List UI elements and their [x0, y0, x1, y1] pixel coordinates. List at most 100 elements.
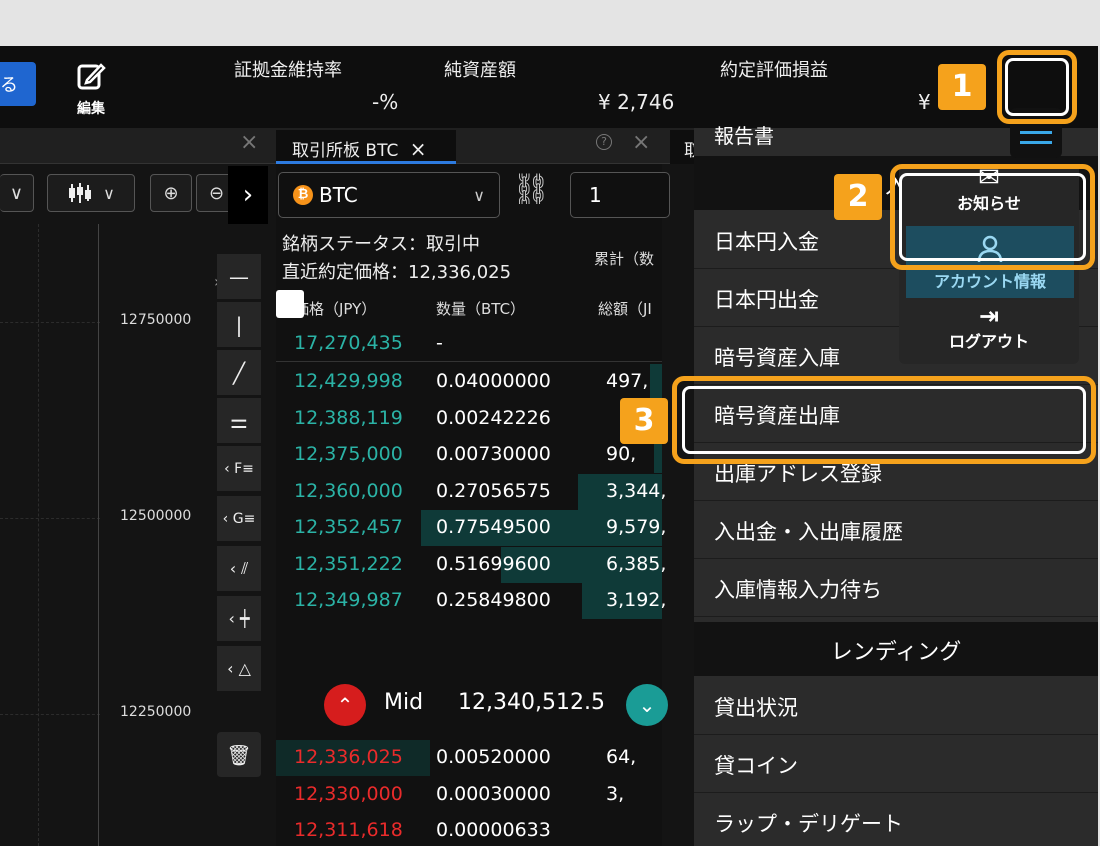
lending-menu-item[interactable]: 貸コイン	[694, 736, 1098, 793]
menu-item[interactable]: 入庫情報入力待ち	[694, 560, 1098, 617]
account-info-label: アカウント情報	[933, 272, 1046, 291]
bid-row[interactable]: 12,336,025 0.00520000 64,	[276, 740, 662, 776]
unrealized-pl-label: 約定評価損益	[720, 60, 828, 81]
ask-row[interactable]: 12,429,998 0.04000000 497,	[276, 364, 662, 400]
y-tick-label: 12750000	[120, 312, 192, 328]
logout-item[interactable]: ⇥ ログアウト	[899, 304, 1079, 352]
symbol-value: BTC	[319, 183, 358, 207]
symbol-select[interactable]: ₿ BTC ∨	[278, 172, 500, 218]
delete-drawings-button[interactable]: 🗑	[217, 732, 261, 778]
orderbook-close-icon[interactable]: ×	[632, 130, 650, 155]
fan-tool[interactable]: ‹ ⫽	[217, 546, 261, 592]
ask-qty: 0.04000000	[436, 370, 551, 392]
truncated-button-label: る	[0, 75, 18, 96]
ask-row[interactable]: 12,352,457 0.77549500 9,579,	[276, 510, 666, 546]
bid-qty: 0.00000633	[436, 819, 551, 841]
chevron-up-icon[interactable]: ⌃	[324, 684, 366, 726]
bid-row[interactable]: 12,311,618 0.00000633	[276, 813, 662, 846]
lending-menu-item[interactable]: 貸出状況	[694, 678, 1098, 735]
chart-select-truncated[interactable]: ∨	[0, 174, 34, 212]
chevron-right-button[interactable]: ›	[228, 166, 268, 224]
chevron-down-icon: ∨	[103, 183, 115, 203]
vertical-line-tool[interactable]: |	[217, 302, 261, 348]
ask-total: 3,192,	[606, 589, 667, 611]
chevron-down-icon[interactable]: ⌄	[626, 684, 668, 726]
ask-price: 12,352,457	[294, 516, 403, 538]
net-assets-value: ¥ 2,746	[598, 90, 675, 114]
ask-qty: 0.00242226	[436, 406, 551, 429]
zoom-in-icon: ⊕	[163, 182, 179, 204]
ask-qty: 0.51699600	[436, 552, 551, 575]
mid-price-row: ⌃ Mid 12,340,512.5 ⌄	[276, 680, 668, 730]
bid-qty: 0.00030000	[436, 782, 551, 805]
y-tick-label: 12500000	[120, 508, 192, 524]
ask-price: 12,388,119	[294, 406, 403, 429]
margin-ratio-value: -%	[372, 90, 399, 114]
link-icon[interactable]: ⛓	[508, 172, 554, 218]
horizontal-line-icon: —	[229, 264, 249, 289]
grid-line	[0, 518, 100, 519]
measure-tool[interactable]: ‹ ┿	[217, 596, 261, 642]
symbol-status: 銘柄ステータス：取引中	[282, 234, 480, 255]
ask-qty: 0.77549500	[436, 516, 551, 538]
quantity-input[interactable]: 1	[570, 172, 670, 218]
net-assets-label: 純資産額	[444, 60, 516, 81]
trend-line-tool[interactable]: ╱	[217, 350, 261, 396]
chevron-down-icon: ∨	[9, 182, 24, 204]
tab-close-icon[interactable]: ×	[410, 137, 427, 161]
chevron-down-icon: ∨	[473, 185, 485, 205]
ask-price: 17,270,435	[294, 332, 403, 354]
zoom-out-icon: ⊖	[208, 182, 225, 204]
menu-item[interactable]: 入出金・入出庫履歴	[694, 502, 1098, 559]
candlestick-type-select[interactable]: ∨	[47, 174, 135, 212]
grid-line	[38, 224, 39, 846]
edit-button[interactable]: 編集	[66, 60, 116, 118]
cumulative-checkbox[interactable]	[276, 290, 304, 318]
edit-label: 編集	[77, 101, 105, 117]
col-quantity: 数量（BTC）	[436, 300, 526, 318]
chart-close-icon[interactable]: ×	[240, 130, 258, 155]
table-row[interactable]: 17,270,435 -	[276, 326, 662, 362]
bid-price: 12,311,618	[294, 819, 403, 841]
mid-value: 12,340,512.5	[458, 690, 605, 715]
bid-total: 64,	[606, 746, 637, 768]
bid-total: 3,	[606, 782, 625, 805]
gann-tool[interactable]: ‹ G≡	[217, 496, 261, 542]
highlight-crypto-withdraw	[672, 376, 1096, 464]
grid-line	[0, 714, 100, 715]
ask-qty: 0.25849800	[436, 589, 551, 611]
parallel-line-tool[interactable]: ⚌	[217, 398, 261, 444]
highlight-account-info	[890, 164, 1095, 270]
lending-header-label: レンディング	[830, 640, 962, 665]
triangle-icon: ‹ △	[227, 659, 251, 678]
menu-item-report[interactable]: 報告書	[714, 120, 774, 149]
bid-row[interactable]: 12,330,000 0.00030000 3,	[276, 777, 662, 813]
ask-row[interactable]: 12,349,987 0.25849800 3,192,	[276, 583, 666, 619]
gann-icon: ‹ G≡	[222, 510, 256, 527]
ask-total: 9,579,	[606, 516, 667, 538]
margin-ratio-label: 証拠金維持率	[234, 60, 342, 81]
tab-orderbook[interactable]: 取引所板 BTC ×	[276, 130, 456, 164]
chevron-right-icon: ›	[242, 180, 254, 210]
ask-row[interactable]: 12,388,119 0.00242226	[276, 400, 662, 437]
ask-row[interactable]: 12,360,000 0.27056575 3,344,	[276, 473, 666, 510]
help-icon[interactable]: ?	[596, 134, 612, 150]
ask-row[interactable]: 12,375,000 0.00730000 90,	[276, 437, 662, 473]
horizontal-line-tool[interactable]: —	[217, 254, 261, 300]
fan-icon: ‹ ⫽	[229, 558, 249, 578]
ask-total: 6,385,	[606, 552, 667, 575]
fibonacci-tool[interactable]: ‹ F≡	[217, 446, 261, 492]
bid-qty: 0.00520000	[436, 746, 551, 768]
top-bar: る 編集 証拠金維持率 -% 純資産額 ¥ 2,746 約定評価損益 ¥	[0, 46, 1098, 128]
lending-menu-item[interactable]: ラップ・デリゲート	[694, 794, 1098, 846]
col-price: 価格（JPY）	[294, 300, 377, 318]
lending-header: レンディング	[694, 622, 1098, 676]
y-tick-label: 12250000	[120, 704, 192, 720]
ask-price: 12,375,000	[294, 443, 403, 465]
ask-row[interactable]: 12,351,222 0.51699600 6,385,	[276, 546, 666, 583]
trash-icon: 🗑	[226, 742, 252, 767]
mid-label: Mid	[384, 690, 424, 715]
shape-tool[interactable]: ‹ △	[217, 646, 261, 692]
truncated-blue-button[interactable]: る	[0, 62, 36, 106]
zoom-in-button[interactable]: ⊕	[150, 174, 192, 212]
